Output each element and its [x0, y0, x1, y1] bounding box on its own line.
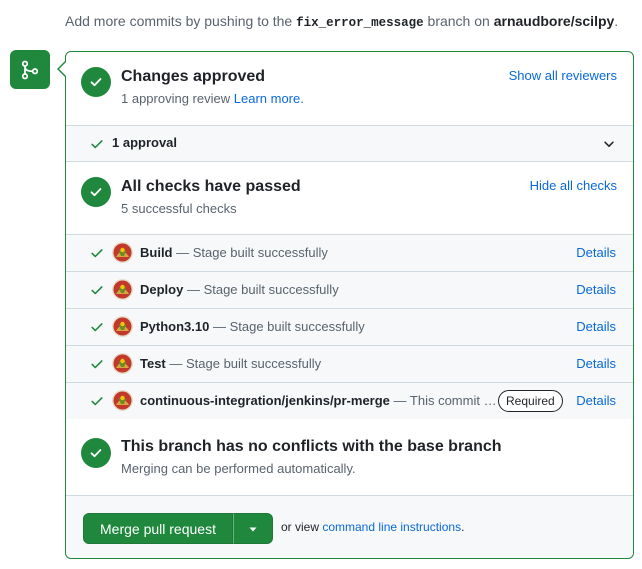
check-icon — [91, 140, 103, 149]
check-description: — This commit … — [389, 393, 497, 408]
chevron-down-icon[interactable] — [602, 137, 616, 151]
conflicts-title: This branch has no conflicts with the ba… — [121, 438, 502, 455]
learn-more-link[interactable]: Learn more. — [234, 91, 304, 106]
no-conflicts-status-icon — [81, 438, 111, 468]
check-row: Deploy — Stage built successfully Details — [66, 271, 633, 308]
check-description: — Stage built successfully — [183, 282, 339, 297]
check-row: Python3.10 — Stage built successfully Det… — [66, 308, 633, 345]
required-badge: Required — [498, 390, 563, 412]
repo-name: arnaudbore/scilpy — [493, 13, 615, 29]
jenkins-avatar — [112, 390, 133, 411]
jenkins-avatar — [112, 279, 133, 300]
check-title: Build — [140, 245, 173, 260]
conflicts-subtitle: Merging can be performed automatically. — [121, 461, 356, 476]
check-icon — [91, 360, 103, 369]
check-details-link[interactable]: Details — [576, 393, 616, 408]
check-description: — Stage built successfully — [165, 356, 322, 371]
git-merge-icon — [21, 60, 39, 79]
checks-title: All checks have passed — [121, 178, 301, 195]
triangle-down-icon — [249, 527, 257, 531]
merge-pull-request-button[interactable]: Merge pull request — [83, 513, 233, 544]
box-pointer-fill — [59, 62, 66, 76]
check-row: Build — Stage built successfully Details — [66, 234, 633, 271]
approved-status-icon — [81, 67, 111, 97]
approvals-subtitle: 1 approving review Learn more. — [121, 91, 304, 106]
note-suffix: . — [614, 13, 619, 29]
check-circle-icon — [90, 449, 102, 458]
check-description: — Stage built successfully — [209, 319, 365, 334]
check-icon — [91, 397, 103, 406]
checks-status-icon — [81, 177, 111, 207]
check-title: Test — [140, 356, 166, 371]
check-circle-icon — [90, 188, 102, 197]
check-details-link[interactable]: Details — [576, 245, 616, 260]
check-name: Build — Stage built successfully — [140, 245, 328, 260]
check-circle-icon — [90, 78, 102, 87]
or-view-suffix: . — [461, 520, 465, 534]
check-icon — [91, 286, 103, 295]
check-details-link[interactable]: Details — [576, 282, 616, 297]
jenkins-avatar — [112, 242, 133, 263]
jenkins-avatar — [112, 353, 133, 374]
check-title: Deploy — [140, 282, 184, 297]
check-name: continuous-integration/jenkins/pr-merge … — [140, 393, 497, 408]
merge-method-dropdown[interactable] — [233, 513, 273, 544]
check-details-link[interactable]: Details — [576, 356, 616, 371]
hide-all-checks-link[interactable]: Hide all checks — [530, 178, 617, 193]
check-icon — [91, 249, 103, 258]
check-name: Python3.10 — Stage built successfully — [140, 319, 365, 334]
check-title: Python3.10 — [140, 319, 210, 334]
check-description: — Stage built successfully — [172, 245, 328, 260]
note-prefix: Add more commits by pushing to the — [65, 13, 297, 29]
check-row: continuous-integration/jenkins/pr-merge … — [66, 382, 633, 419]
checks-subtitle: 5 successful checks — [121, 201, 237, 216]
check-icon — [91, 323, 103, 332]
command-line-instructions-link[interactable]: command line instructions — [322, 520, 461, 534]
merge-footer: Merge pull request or view command line … — [66, 495, 633, 558]
check-title: continuous-integration/jenkins/pr-merge — [140, 393, 390, 408]
check-row: Test — Stage built successfully Details — [66, 345, 633, 382]
note-middle: branch on — [423, 13, 494, 29]
push-commits-note: Add more commits by pushing to the fix_e… — [65, 13, 618, 30]
or-view-prefix: or view — [281, 520, 323, 534]
approval-count: 1 approval — [112, 135, 178, 150]
approvals-count-text: 1 approving review — [121, 91, 231, 106]
approvals-title: Changes approved — [121, 68, 266, 85]
branch-name: fix_error_message — [296, 16, 424, 30]
merge-box: Changes approved 1 approving review Lear… — [65, 51, 634, 559]
check-details-link[interactable]: Details — [576, 319, 616, 334]
show-all-reviewers-link[interactable]: Show all reviewers — [509, 68, 617, 83]
or-view-text: or view command line instructions. — [281, 520, 464, 534]
check-name: Test — Stage built successfully — [140, 356, 321, 371]
jenkins-avatar — [112, 316, 133, 337]
check-name: Deploy — Stage built successfully — [140, 282, 339, 297]
git-merge-badge — [10, 50, 50, 89]
